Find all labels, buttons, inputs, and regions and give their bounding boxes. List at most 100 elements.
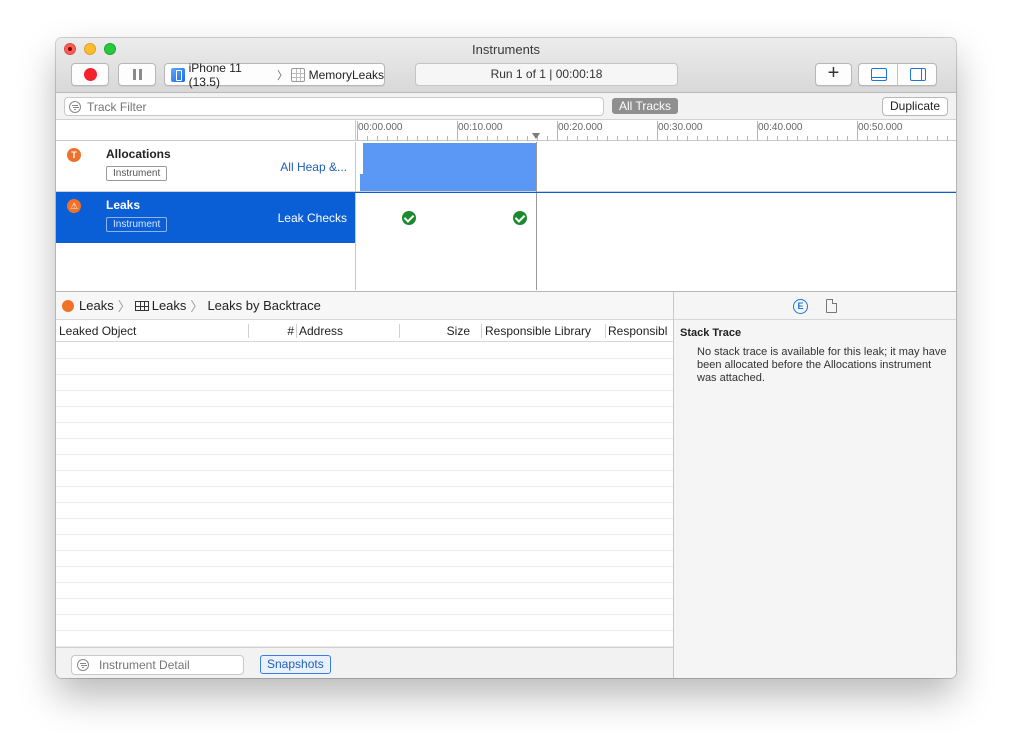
ruler-minor-tick bbox=[747, 136, 748, 141]
ruler-minor-tick bbox=[777, 136, 778, 141]
leaks-icon bbox=[62, 299, 74, 312]
time-ruler[interactable]: 00:00.000 00:10.000 00:20.000 00:30.000 00:4… bbox=[56, 120, 956, 141]
track-subtitle[interactable]: All Heap &... bbox=[280, 160, 347, 174]
toolbar: Instruments iPhone 11 (13.5) 〉 MemoryLea… bbox=[56, 38, 956, 93]
column-header-responsible-library[interactable]: Responsible Library bbox=[485, 320, 603, 342]
column-header-leaked-object[interactable]: Leaked Object bbox=[59, 320, 244, 342]
snapshots-button[interactable]: Snapshots bbox=[260, 655, 331, 674]
chevron-right-icon: 〉 bbox=[190, 299, 204, 314]
ruler-minor-tick bbox=[847, 136, 848, 141]
ruler-minor-tick bbox=[877, 136, 878, 141]
ruler-minor-tick bbox=[427, 136, 428, 141]
ruler-minor-tick bbox=[937, 136, 938, 141]
ruler-label: 00:50.000 bbox=[858, 122, 903, 133]
ruler-label: 00:00.000 bbox=[358, 122, 403, 133]
ruler-minor-tick bbox=[587, 136, 588, 141]
table-row[interactable] bbox=[56, 439, 673, 455]
ruler-minor-tick bbox=[797, 136, 798, 141]
right-panel-icon bbox=[910, 68, 926, 81]
table-row[interactable] bbox=[56, 375, 673, 391]
breadcrumb: Leaks 〉 Leaks 〉 Leaks by Backtrace bbox=[56, 292, 673, 320]
table-row[interactable] bbox=[56, 455, 673, 471]
table-row[interactable] bbox=[56, 391, 673, 407]
leaks-graph[interactable] bbox=[356, 193, 956, 243]
ruler-minor-tick bbox=[917, 136, 918, 141]
track-allocations[interactable]: T Allocations Instrument All Heap &... bbox=[56, 142, 956, 192]
ruler-minor-tick bbox=[447, 136, 448, 141]
record-button[interactable] bbox=[71, 63, 109, 86]
table-row[interactable] bbox=[56, 567, 673, 583]
ruler-minor-tick bbox=[737, 136, 738, 141]
document-icon[interactable] bbox=[826, 299, 837, 313]
ruler-label: 00:20.000 bbox=[558, 122, 603, 133]
bottom-panel-icon bbox=[871, 68, 887, 81]
track-header[interactable]: T Allocations Instrument All Heap &... bbox=[56, 142, 356, 192]
breadcrumb-item-instrument[interactable]: Leaks bbox=[79, 298, 114, 313]
track-subtitle[interactable]: Leak Checks bbox=[278, 211, 347, 225]
table-row[interactable] bbox=[56, 343, 673, 359]
window-title: Instruments bbox=[472, 42, 540, 57]
record-icon bbox=[84, 68, 97, 81]
track-filter-bar: All Tracks Duplicate bbox=[56, 93, 956, 120]
table-row[interactable] bbox=[56, 519, 673, 535]
table-row[interactable] bbox=[56, 599, 673, 615]
breadcrumb-item-view[interactable]: Leaks bbox=[152, 298, 187, 313]
allocations-graph[interactable] bbox=[356, 142, 956, 192]
table-row[interactable] bbox=[56, 535, 673, 551]
leak-check-ok-icon[interactable] bbox=[513, 211, 527, 225]
table-row[interactable] bbox=[56, 471, 673, 487]
target-selector[interactable]: iPhone 11 (13.5) 〉 MemoryLeaks bbox=[164, 61, 385, 89]
track-header[interactable]: ⚠ Leaks Instrument Leak Checks bbox=[56, 193, 356, 243]
column-header-count[interactable]: # bbox=[254, 320, 294, 342]
add-instrument-button[interactable]: + bbox=[815, 63, 852, 86]
column-header-address[interactable]: Address bbox=[299, 320, 399, 342]
chevron-right-icon: 〉 bbox=[117, 299, 131, 314]
ruler-minor-tick bbox=[897, 136, 898, 141]
toggle-detail-area-button[interactable] bbox=[859, 64, 897, 85]
table-row[interactable] bbox=[56, 359, 673, 375]
ruler-minor-tick bbox=[617, 136, 618, 141]
track-leaks[interactable]: ⚠ Leaks Instrument Leak Checks bbox=[56, 192, 956, 243]
column-header-responsible-caller[interactable]: Responsibl bbox=[608, 320, 672, 342]
ruler-minor-tick bbox=[807, 136, 808, 141]
chevron-right-icon: 〉 bbox=[276, 69, 288, 82]
extended-detail-icon[interactable]: E bbox=[793, 299, 808, 314]
all-tracks-button[interactable]: All Tracks bbox=[612, 98, 679, 114]
detail-bottom-bar: Snapshots bbox=[56, 647, 673, 678]
ruler-minor-tick bbox=[947, 136, 948, 141]
leaks-table[interactable]: Leaked Object # Address Size Responsible… bbox=[56, 320, 673, 647]
track-filter-field[interactable] bbox=[64, 97, 604, 116]
process-label: MemoryLeaks bbox=[308, 67, 384, 82]
table-row[interactable] bbox=[56, 503, 673, 519]
stack-trace-message: No stack trace is available for this lea… bbox=[697, 346, 947, 384]
ruler-scale[interactable]: 00:00.000 00:10.000 00:20.000 00:30.000 00:4… bbox=[356, 120, 956, 141]
timeline: 00:00.000 00:10.000 00:20.000 00:30.000 00:4… bbox=[56, 120, 956, 291]
ruler-minor-tick bbox=[887, 136, 888, 141]
ruler-label: 00:10.000 bbox=[458, 122, 503, 133]
ruler-minor-tick bbox=[667, 136, 668, 141]
track-badge: Instrument bbox=[106, 166, 168, 181]
duplicate-button[interactable]: Duplicate bbox=[882, 97, 948, 116]
filter-icon bbox=[69, 100, 81, 113]
table-row[interactable] bbox=[56, 551, 673, 567]
table-row[interactable] bbox=[56, 407, 673, 423]
column-header-size[interactable]: Size bbox=[402, 320, 470, 342]
instrument-detail-input[interactable] bbox=[99, 658, 239, 672]
table-row[interactable] bbox=[56, 631, 673, 647]
instrument-detail-filter[interactable] bbox=[71, 655, 244, 675]
breadcrumb-item-mode[interactable]: Leaks by Backtrace bbox=[207, 298, 320, 313]
track-badge: Instrument bbox=[106, 217, 168, 232]
ruler-minor-tick bbox=[497, 136, 498, 141]
playhead-marker[interactable] bbox=[532, 133, 540, 139]
ruler-minor-tick bbox=[597, 136, 598, 141]
table-row[interactable] bbox=[56, 423, 673, 439]
table-row[interactable] bbox=[56, 615, 673, 631]
table-row[interactable] bbox=[56, 583, 673, 599]
track-filter-input[interactable] bbox=[87, 99, 587, 114]
ruler-minor-tick bbox=[607, 136, 608, 141]
pause-button[interactable] bbox=[118, 63, 156, 86]
toggle-inspector-button[interactable] bbox=[897, 64, 936, 85]
ruler-minor-tick bbox=[387, 136, 388, 141]
leak-check-ok-icon[interactable] bbox=[402, 211, 416, 225]
table-row[interactable] bbox=[56, 487, 673, 503]
